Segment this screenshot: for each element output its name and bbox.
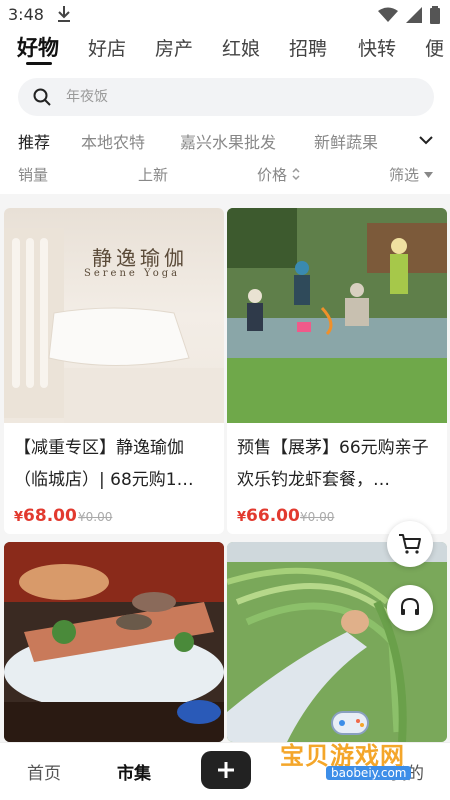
tab-active-indicator [26,62,52,65]
signal-icon [406,7,422,23]
seafood-platter-picture [4,542,224,742]
headset-icon [401,597,419,615]
tab-fangchan[interactable]: 房产 [155,34,193,61]
customer-service-button[interactable] [387,585,433,631]
nav-home[interactable]: 首页 [27,759,61,784]
status-time: 3:48 [8,5,44,24]
search-bar[interactable] [18,78,434,116]
yoga-studio-picture [4,228,224,423]
sort-sales[interactable]: 销量 [18,164,48,185]
category-fruit-wholesale[interactable]: 嘉兴水果批发 [180,129,276,153]
tab-haodian[interactable]: 好店 [88,34,126,61]
product-card[interactable]: 静逸瑜伽 Serene Yoga 【减重专区】静逸瑜伽（临城店）| 68元购1…… [4,208,224,534]
caret-down-icon [423,172,433,178]
battery-icon [430,6,440,24]
status-bar: 3:48 [0,0,450,30]
tab-bian[interactable]: 便 [425,34,444,61]
watermark-logo: 宝贝游戏网 baobeiy.com [268,700,450,800]
sort-bar: 销量 上新 价格 筛选 [0,160,450,188]
tab-kuaizhuan[interactable]: 快转 [358,34,396,61]
tab-zhaopin[interactable]: 招聘 [289,34,327,61]
search-input[interactable] [66,78,406,116]
chevron-down-icon [419,136,433,145]
filter-button[interactable]: 筛选 [389,164,433,185]
sort-price-label: 价格 [257,166,288,184]
original-price: ¥0.00 [78,510,113,524]
filter-label: 筛选 [389,166,420,184]
watermark-url: baobeiy.com [326,766,412,780]
currency-symbol: ¥ [14,510,24,525]
original-price: ¥0.00 [300,510,335,524]
nav-market[interactable]: 市集 [117,759,151,784]
price-value: 66.00 [246,506,300,526]
top-tabs: 好物 好店 房产 红娘 招聘 快转 便 [0,30,450,70]
product-image: 静逸瑜伽 Serene Yoga [4,208,224,423]
publish-button[interactable] [201,751,251,789]
product-card[interactable] [4,542,224,742]
product-price: ¥66.00 [237,506,300,526]
plus-icon [218,762,234,778]
product-image [227,208,447,423]
product-price: ¥68.00 [14,506,77,526]
product-image [4,542,224,742]
search-icon [33,88,51,106]
price-value: 68.00 [23,506,77,526]
sort-new[interactable]: 上新 [138,164,168,185]
shop-sign: 静逸瑜伽 [92,246,188,270]
cart-button[interactable] [387,521,433,567]
wifi-icon [378,7,398,22]
category-fresh-produce[interactable]: 新鲜蔬果 [314,129,378,153]
tab-haowu[interactable]: 好物 [17,32,59,62]
category-recommend[interactable]: 推荐 [18,129,50,153]
shrimp-fishing-picture [227,208,447,423]
download-icon [58,6,70,22]
category-local-farm[interactable]: 本地农特 [81,129,145,153]
product-card[interactable]: 预售【展茅】66元购亲子欢乐钓龙虾套餐，… ¥66.00 ¥0.00 [227,208,447,534]
shop-sign-en: Serene Yoga [84,268,181,279]
expand-categories-button[interactable] [402,126,450,154]
cart-icon [399,534,421,554]
tab-hongniang[interactable]: 红娘 [222,34,260,61]
product-title: 预售【展茅】66元购亲子欢乐钓龙虾套餐，… [237,438,429,490]
currency-symbol: ¥ [237,510,247,525]
category-bar: 推荐 本地农特 嘉兴水果批发 新鲜蔬果 [0,126,450,154]
sort-arrows-icon [292,167,300,181]
gamepad-icon [331,711,369,735]
product-title: 【减重专区】静逸瑜伽（临城店）| 68元购1… [14,438,194,490]
sort-price[interactable]: 价格 [257,164,300,185]
